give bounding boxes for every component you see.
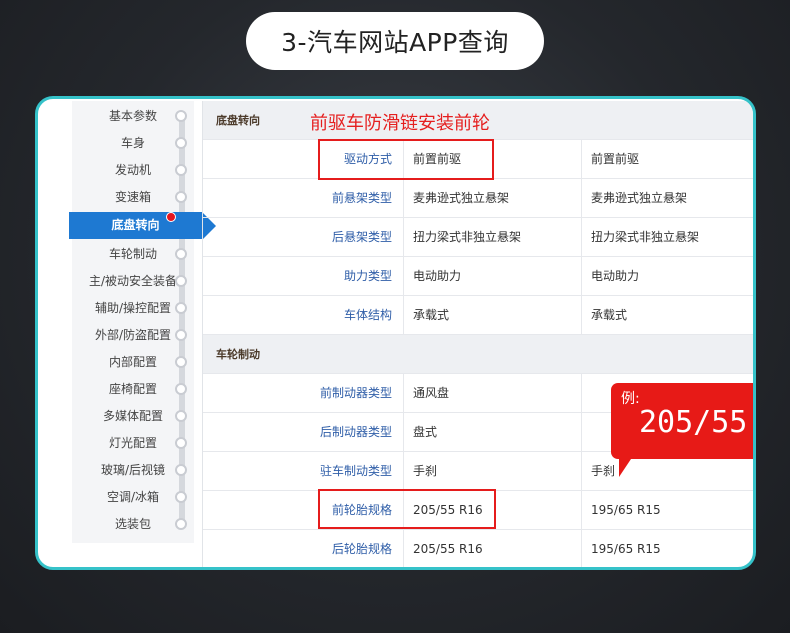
sidebar-item-label: 车身 <box>120 136 145 150</box>
sidebar-item-exterior[interactable]: 外部/防盗配置 <box>72 322 194 349</box>
sidebar-item-label: 空调/冰箱 <box>106 490 160 504</box>
section-header-wheels: 车轮制动 <box>203 335 753 374</box>
location-pin-icon <box>166 212 176 222</box>
row-label: 前悬架类型 <box>203 179 404 217</box>
sidebar-item-interior[interactable]: 内部配置 <box>72 349 194 376</box>
row-label: 后轮胎规格 <box>203 530 404 567</box>
annotation-text: 前驱车防滑链安装前轮 <box>310 113 490 134</box>
table-row: 前悬架类型 麦弗逊式独立悬架 麦弗逊式独立悬架 <box>203 179 753 218</box>
sidebar-item-label: 变速箱 <box>114 190 151 204</box>
sidebar-item-label: 基本参数 <box>108 109 157 123</box>
row-value: 前置前驱 <box>591 152 640 166</box>
sidebar-item-lights[interactable]: 灯光配置 <box>72 430 194 457</box>
table-row: 助力类型 电动助力 电动助力 <box>203 257 753 296</box>
sidebar-item-label: 内部配置 <box>108 355 157 369</box>
timeline-dot <box>175 191 187 203</box>
row-label: 驻车制动类型 <box>203 452 404 490</box>
row-label: 前制动器类型 <box>203 374 404 412</box>
timeline-dot <box>175 302 187 314</box>
sidebar-item-label: 多媒体配置 <box>102 409 163 423</box>
table-row: 后悬架类型 扭力梁式非独立悬架 扭力梁式非独立悬架 <box>203 218 753 257</box>
row-value: 扭力梁式非独立悬架 <box>591 230 700 244</box>
row-label: 后制动器类型 <box>203 413 404 451</box>
row-value: 195/65 R15 <box>591 542 661 556</box>
sidebar-item-glass[interactable]: 玻璃/后视镜 <box>72 457 194 484</box>
row-value: 盘式 <box>404 413 582 451</box>
example-callout: 例: 205/55 R 16 <box>611 383 753 477</box>
sidebar-item-seats[interactable]: 座椅配置 <box>72 376 194 403</box>
timeline-dot <box>175 248 187 260</box>
sidebar-item-label: 发动机 <box>114 163 151 177</box>
timeline-dot <box>175 110 187 122</box>
spec-panel: 基本参数 车身 发动机 变速箱 底盘转向 车轮制动 主/被动安全装备 辅助/操控… <box>35 96 756 570</box>
sidebar-item-label: 底盘转向 <box>111 218 160 232</box>
sidebar-item-aircon[interactable]: 空调/冰箱 <box>72 484 194 511</box>
table-row: 后轮胎规格 205/55 R16 195/65 R15 <box>203 530 753 567</box>
row-value: 承载式 <box>591 308 628 322</box>
spec-table: 底盘转向 前驱车防滑链安装前轮 驱动方式 前置前驱 前置前驱 前悬架类型 麦弗逊式独立… <box>202 101 753 567</box>
sidebar-item-wheels[interactable]: 车轮制动 <box>72 241 194 268</box>
page-title: 3-汽车网站APP查询 <box>246 12 544 70</box>
sidebar-item-label: 座椅配置 <box>108 382 157 396</box>
row-label: 后悬架类型 <box>203 218 404 256</box>
sidebar-item-engine[interactable]: 发动机 <box>72 157 194 184</box>
sidebar-item-body[interactable]: 车身 <box>72 130 194 157</box>
timeline-dot <box>175 518 187 530</box>
timeline-dot <box>175 383 187 395</box>
timeline-dot <box>175 275 187 287</box>
row-value: 承载式 <box>404 296 582 334</box>
row-label: 车体结构 <box>203 296 404 334</box>
row-value: 手刹 <box>404 452 582 490</box>
sidebar-item-chassis[interactable]: 底盘转向 <box>69 212 216 240</box>
sidebar-item-label: 外部/防盗配置 <box>94 328 172 342</box>
highlight-box-drive <box>318 139 494 180</box>
timeline-dot <box>175 410 187 422</box>
timeline-dot <box>175 356 187 368</box>
sidebar-item-label: 玻璃/后视镜 <box>100 463 166 477</box>
sidebar-item-label: 主/被动安全装备 <box>88 274 178 288</box>
callout-value: 205/55 R 16 <box>639 405 753 440</box>
sidebar-item-label: 车轮制动 <box>108 247 157 261</box>
section-label: 车轮制动 <box>216 348 260 361</box>
sidebar-item-label: 选装包 <box>114 517 151 531</box>
sidebar-item-assist[interactable]: 辅助/操控配置 <box>72 295 194 322</box>
row-value: 195/65 R15 <box>591 503 661 517</box>
row-value: 扭力梁式非独立悬架 <box>404 218 582 256</box>
row-value: 麦弗逊式独立悬架 <box>404 179 582 217</box>
timeline-dot <box>175 164 187 176</box>
callout-label: 例: <box>621 391 640 407</box>
timeline-dot <box>175 137 187 149</box>
sidebar-item-options[interactable]: 选装包 <box>72 511 194 538</box>
sidebar-item-gearbox[interactable]: 变速箱 <box>72 184 194 211</box>
sidebar-item-basic[interactable]: 基本参数 <box>72 103 194 130</box>
row-value: 电动助力 <box>404 257 582 295</box>
sidebar-item-safety[interactable]: 主/被动安全装备 <box>72 268 194 295</box>
sidebar-item-label: 灯光配置 <box>108 436 157 450</box>
row-label: 助力类型 <box>203 257 404 295</box>
section-label: 底盘转向 <box>216 114 260 127</box>
sidebar-item-media[interactable]: 多媒体配置 <box>72 403 194 430</box>
timeline-dot <box>175 437 187 449</box>
row-value: 205/55 R16 <box>404 530 582 567</box>
row-value: 通风盘 <box>404 374 582 412</box>
timeline-dot <box>175 329 187 341</box>
row-value: 电动助力 <box>591 269 640 283</box>
row-value: 麦弗逊式独立悬架 <box>591 191 688 205</box>
section-header-chassis: 底盘转向 前驱车防滑链安装前轮 <box>203 101 753 140</box>
highlight-box-tire <box>318 489 496 529</box>
timeline-dot <box>175 464 187 476</box>
timeline-dot <box>175 491 187 503</box>
sidebar-item-label: 辅助/操控配置 <box>94 301 172 315</box>
table-row: 车体结构 承载式 承载式 <box>203 296 753 335</box>
